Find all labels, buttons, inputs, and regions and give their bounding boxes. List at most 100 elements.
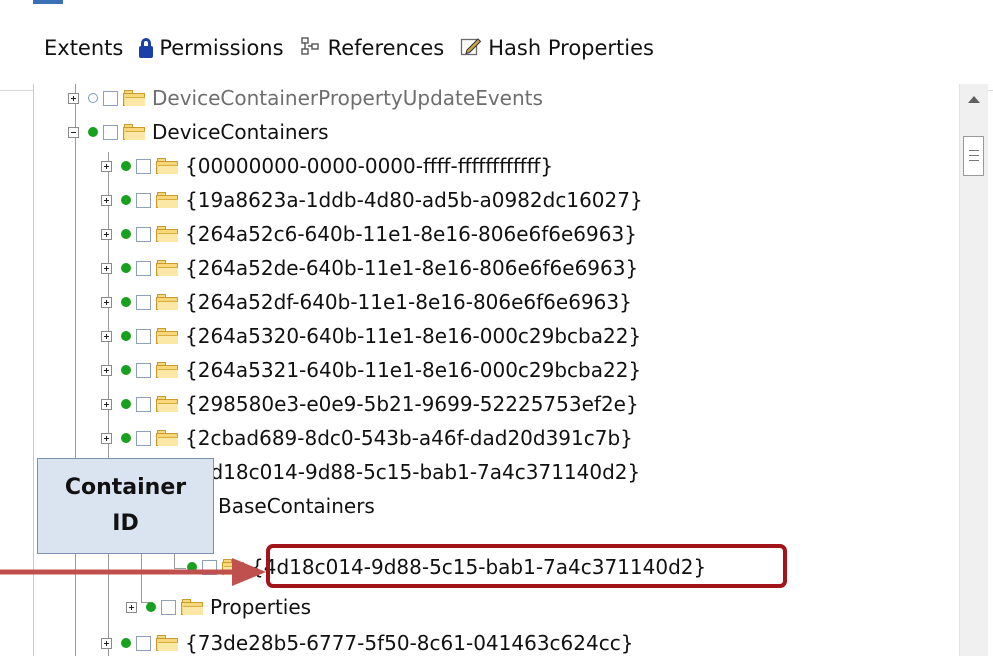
node-checkbox[interactable]	[136, 226, 151, 242]
pointer-arrow	[0, 558, 266, 586]
tree-row-container[interactable]: {00000000-0000-0000-ffff-ffffffffffff}	[101, 149, 553, 183]
expand-toggle[interactable]	[68, 92, 79, 104]
node-checkbox[interactable]	[136, 158, 151, 174]
expand-toggle[interactable]	[101, 637, 112, 649]
node-checkbox[interactable]	[136, 192, 151, 208]
tree-row-label: {264a52df-640b-11e1-8e16-806e6f6e6963}	[185, 290, 632, 314]
node-checkbox[interactable]	[103, 124, 118, 140]
node-checkbox[interactable]	[136, 294, 151, 310]
tree-row-container[interactable]: {298580e3-e0e9-5b21-9699-52225753ef2e}	[101, 387, 639, 421]
tree-row-label: {298580e3-e0e9-5b21-9699-52225753ef2e}	[185, 392, 639, 416]
lock-icon	[139, 38, 154, 58]
expand-toggle[interactable]	[101, 398, 112, 410]
tree-row-label: DeviceContainerPropertyUpdateEvents	[152, 86, 543, 110]
tree-row-container[interactable]: {73de28b5-6777-5f50-8c61-041463c624cc}	[101, 626, 633, 660]
node-checkbox[interactable]	[136, 430, 151, 446]
tree-row-container[interactable]: {19a8623a-1ddb-4d80-ad5b-a0982dc16027}	[101, 183, 643, 217]
node-status-icon	[121, 433, 131, 443]
expand-toggle[interactable]	[101, 432, 112, 444]
node-checkbox[interactable]	[136, 328, 151, 344]
node-checkbox[interactable]	[136, 362, 151, 378]
edit-icon	[460, 36, 482, 61]
expand-toggle[interactable]	[101, 194, 112, 206]
expand-toggle[interactable]	[101, 262, 112, 274]
node-checkbox[interactable]	[136, 635, 151, 651]
tree-row-label: DeviceContainers	[152, 120, 329, 144]
folder-icon	[123, 90, 145, 106]
folder-icon	[181, 599, 203, 615]
references-icon	[300, 36, 322, 61]
tree-row-label: {19a8623a-1ddb-4d80-ad5b-a0982dc16027}	[185, 188, 643, 212]
node-status-icon	[121, 638, 131, 648]
expand-toggle[interactable]	[126, 601, 137, 613]
tree-row-container[interactable]: {264a5321-640b-11e1-8e16-000c29bcba22}	[101, 353, 641, 387]
container-id-highlight	[266, 544, 787, 588]
tree-row-label: Properties	[210, 595, 312, 619]
scroll-thumb[interactable]	[963, 136, 984, 176]
node-checkbox[interactable]	[136, 396, 151, 412]
expand-toggle[interactable]	[101, 160, 112, 172]
node-status-icon	[121, 195, 131, 205]
folder-icon	[156, 396, 178, 412]
folder-icon	[156, 430, 178, 446]
folder-icon	[156, 192, 178, 208]
scroll-up-arrow-icon[interactable]	[968, 96, 980, 103]
expand-toggle[interactable]	[101, 364, 112, 376]
folder-icon	[123, 124, 145, 140]
tab-extents-label: Extents	[44, 36, 124, 60]
callout-line-2: ID	[112, 511, 139, 536]
node-status-icon	[121, 229, 131, 239]
tree-row-label: {264a5320-640b-11e1-8e16-000c29bcba22}	[185, 324, 642, 348]
node-status-icon	[121, 399, 131, 409]
folder-icon	[156, 294, 178, 310]
node-status-icon	[121, 365, 131, 375]
container-id-callout: Container ID	[37, 458, 214, 554]
collapse-toggle[interactable]	[68, 126, 79, 138]
folder-icon	[156, 158, 178, 174]
tree-row-label: {264a52de-640b-11e1-8e16-806e6f6e6963}	[185, 256, 639, 280]
tab-permissions[interactable]: Permissions	[139, 36, 284, 60]
folder-icon	[156, 635, 178, 651]
node-status-icon	[88, 93, 98, 103]
tree-row-container[interactable]: {264a52c6-640b-11e1-8e16-806e6f6e6963}	[101, 217, 637, 251]
node-status-icon	[121, 331, 131, 341]
tree-row-label: {00000000-0000-0000-ffff-ffffffffffff}	[185, 154, 554, 178]
vertical-scrollbar[interactable]	[959, 84, 988, 656]
tree-row-deviceContainers[interactable]: DeviceContainers	[68, 115, 329, 149]
tree-row-label: BaseContainers	[218, 494, 375, 518]
tab-extents[interactable]: Extents	[44, 36, 123, 60]
node-checkbox[interactable]	[136, 260, 151, 276]
folder-icon	[156, 362, 178, 378]
node-status-icon	[121, 263, 131, 273]
node-status-icon	[88, 127, 98, 137]
tree-row-label: {4d18c014-9d88-5c15-bab1-7a4c371140d2}	[185, 460, 641, 484]
tree-row-container[interactable]: {2cbad689-8dc0-543b-a46f-dad20d391c7b}	[101, 421, 633, 455]
property-tabstrip: Extents Permissions References Hash Prop…	[0, 0, 993, 91]
expand-toggle[interactable]	[101, 296, 112, 308]
expand-toggle[interactable]	[101, 228, 112, 240]
tree-row-label: {73de28b5-6777-5f50-8c61-041463c624cc}	[185, 631, 634, 655]
callout-line-1: Container	[64, 475, 187, 500]
expand-toggle[interactable]	[101, 330, 112, 342]
tab-hash-properties[interactable]: Hash Properties	[460, 36, 654, 61]
node-status-icon	[146, 602, 156, 612]
tree-row-label: {264a5321-640b-11e1-8e16-000c29bcba22}	[185, 358, 642, 382]
tab-hash-properties-label: Hash Properties	[488, 36, 654, 60]
node-checkbox[interactable]	[161, 599, 176, 615]
tree-row-container[interactable]: {264a5320-640b-11e1-8e16-000c29bcba22}	[101, 319, 641, 353]
folder-icon	[156, 226, 178, 242]
tree-row-container[interactable]: {264a52df-640b-11e1-8e16-806e6f6e6963}	[101, 285, 632, 319]
tree-row-container[interactable]: {264a52de-640b-11e1-8e16-806e6f6e6963}	[101, 251, 638, 285]
node-checkbox[interactable]	[103, 90, 118, 106]
tab-permissions-label: Permissions	[159, 36, 284, 60]
tree-row-properties[interactable]: Properties	[126, 590, 311, 624]
tabs-row: Extents Permissions References Hash Prop…	[44, 30, 670, 66]
tab-references[interactable]: References	[300, 36, 445, 61]
node-status-icon	[121, 297, 131, 307]
tab-references-label: References	[327, 36, 445, 60]
folder-icon	[156, 328, 178, 344]
tree-row-deviceContainerPropertyUpdateEvents[interactable]: DeviceContainerPropertyUpdateEvents	[68, 81, 543, 115]
folder-icon	[156, 260, 178, 276]
node-status-icon	[121, 161, 131, 171]
tree-row-label: {2cbad689-8dc0-543b-a46f-dad20d391c7b}	[185, 426, 633, 450]
